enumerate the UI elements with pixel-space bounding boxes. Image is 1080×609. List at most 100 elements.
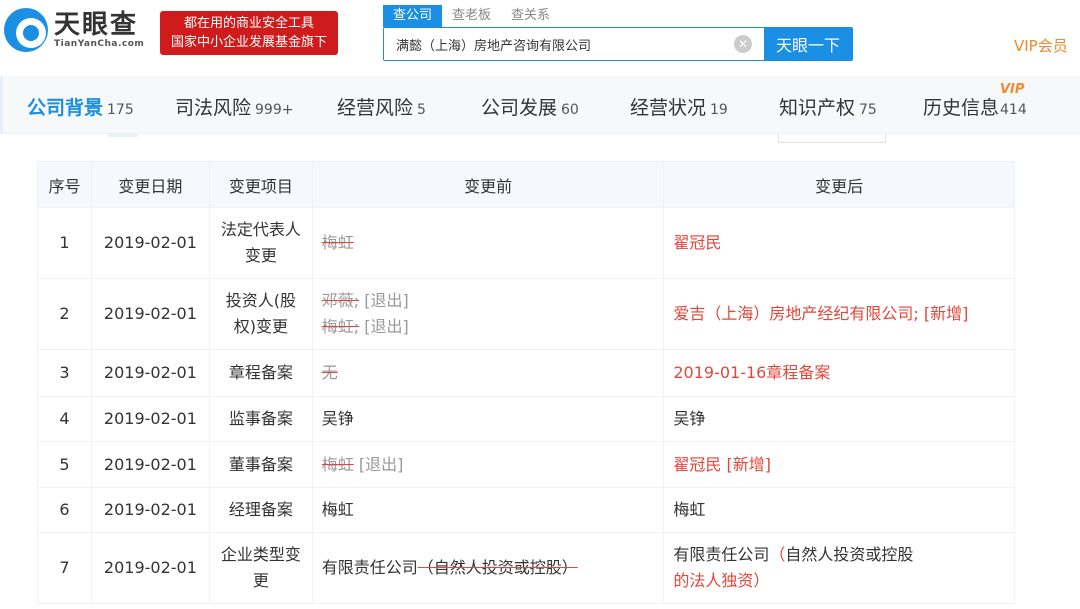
top-header: 天眼查 TianYanCha.com 都在用的商业安全工具 国家中小企业发展基金… (0, 0, 1080, 75)
nav-history-info[interactable]: 历史信息414 (923, 93, 1027, 120)
change-date: 2019-02-01 (90, 349, 210, 397)
row-number: 1 (37, 207, 92, 279)
value-before: 吴铮 (311, 396, 665, 442)
added-text: 翟冠民 [新增] (673, 454, 771, 474)
change-date: 2019-02-01 (90, 207, 210, 279)
change-date: 2019-02-01 (90, 532, 210, 604)
search-box: ✕ 天眼一下 (383, 27, 853, 61)
nav-label: 知识产权 (779, 97, 856, 119)
slogan-line-2: 国家中小企业发展基金旗下 (170, 35, 327, 50)
nav-count: 19 (710, 102, 728, 118)
removed-text: 无 (321, 363, 338, 382)
change-date: 2019-02-01 (90, 396, 210, 442)
nav-label: 司法风险 (175, 97, 252, 119)
change-item: 董事备案 (208, 441, 313, 488)
value-line: 爱吉（上海）房地产经纪有限公司; [新增] (673, 301, 1008, 327)
value-line: 梅虹 (322, 230, 658, 256)
value-line: 吴铮 (322, 406, 658, 432)
removed-text: （自然人投资或控股） (417, 558, 578, 577)
removed-text: 梅虹; (321, 317, 360, 336)
row-number: 5 (37, 441, 92, 488)
value-line: 吴铮 (673, 406, 1008, 432)
value-before: 有限责任公司（自然人投资或控股） (311, 532, 665, 604)
change-item: 监事备案 (208, 396, 313, 442)
value-after: 梅虹 (663, 487, 1015, 533)
header-date: 变更日期 (90, 161, 210, 208)
value-text: 吴铮 (673, 409, 706, 428)
value-before: 无 (311, 349, 665, 397)
tab-boss[interactable]: 查老板 (442, 5, 501, 27)
row-number: 7 (37, 532, 92, 604)
nav-intellectual-property[interactable]: 知识产权 75 (779, 93, 877, 120)
table-row: 5 2019-02-01 董事备案 梅虹 [退出] 翟冠民 [新增] (37, 441, 1015, 488)
nav-label: 经营状况 (630, 97, 707, 119)
nav-count: 414 (1000, 102, 1027, 118)
value-after: 翟冠民 [新增] (663, 441, 1015, 488)
search-input[interactable] (384, 28, 764, 60)
nav-count: 175 (107, 102, 134, 118)
nav-business-status[interactable]: 经营状况 19 (630, 93, 728, 120)
added-text: 的法人独资） (673, 571, 770, 590)
removed-text: 梅虹 (321, 454, 354, 474)
table-row: 6 2019-02-01 经理备案 梅虹 梅虹 (37, 487, 1015, 533)
nav-company-development[interactable]: 公司发展 60 (481, 93, 579, 120)
table-row: 2 2019-02-01 投资人(股权)变更 邓薇; [退出] 梅虹; [退出] 爱吉（上… (37, 278, 1015, 350)
change-item: 经理备案 (208, 487, 313, 533)
nav-label: 历史信息 (923, 97, 1000, 119)
value-line: 梅虹 (322, 497, 658, 523)
value-line: 有限责任公司（自然人投资或控股的法人独资） (673, 542, 1008, 594)
value-line: 梅虹; [退出] (322, 314, 658, 340)
added-text: 2019-01-16章程备案 (673, 363, 831, 382)
nav-label: 经营风险 (337, 97, 414, 119)
nav-judicial-risk[interactable]: 司法风险 999+ (175, 93, 293, 120)
header-after: 变更后 (663, 161, 1015, 208)
added-text: （ (769, 545, 786, 564)
table-row: 1 2019-02-01 法定代表人变更 梅虹 翟冠民 (37, 207, 1015, 279)
tab-relation[interactable]: 查关系 (501, 5, 560, 27)
change-record-table: 序号 变更日期 变更项目 变更前 变更后 1 2019-02-01 法定代表人变更梅… (37, 161, 1015, 604)
table-row: 7 2019-02-01 企业类型变更 有限责任公司（自然人投资或控股） 有限责任公司（… (37, 532, 1015, 604)
table-row: 3 2019-02-01 章程备案无 2019-01-16章程备案 (37, 349, 1015, 397)
value-after: 吴铮 (663, 396, 1015, 442)
nav-company-background[interactable]: 公司背景 175 (27, 93, 134, 120)
value-text: 有限责任公司 (673, 545, 770, 564)
nav-business-risk[interactable]: 经营风险 5 (337, 93, 426, 120)
change-date: 2019-02-01 (90, 487, 210, 533)
value-text: 梅虹 (673, 500, 706, 519)
value-before: 梅虹 [退出] (311, 441, 665, 488)
added-text: 翟冠民 (673, 233, 722, 252)
value-after: 有限责任公司（自然人投资或控股的法人独资） (663, 532, 1015, 604)
vip-member-link[interactable]: VIP会员 (1014, 35, 1068, 56)
tab-company[interactable]: 查公司 (383, 5, 443, 27)
dropdown-edge (778, 134, 886, 143)
logo-domain: TianYanCha.com (54, 39, 145, 49)
value-after: 爱吉（上海）房地产经纪有限公司; [新增] (663, 278, 1015, 350)
search-button[interactable]: 天眼一下 (764, 28, 852, 60)
table-row: 4 2019-02-01 监事备案 吴铮 吴铮 (37, 396, 1015, 442)
vip-badge: VIP (1000, 82, 1025, 97)
logo-icon (4, 8, 48, 52)
value-line: 邓薇; [退出] (322, 288, 658, 314)
value-after: 翟冠民 (663, 207, 1015, 279)
slogan-banner: 都在用的商业安全工具 国家中小企业发展基金旗下 (160, 11, 338, 55)
value-line: 梅虹 (673, 497, 1008, 523)
logo[interactable]: 天眼查 TianYanCha.com (4, 8, 144, 52)
divider (108, 134, 138, 137)
change-item: 投资人(股权)变更 (208, 278, 313, 350)
row-number: 2 (37, 278, 92, 350)
clear-icon[interactable]: ✕ (734, 35, 752, 53)
change-date: 2019-02-01 (90, 441, 210, 488)
row-number: 4 (37, 396, 92, 442)
value-line: 无 (322, 360, 658, 386)
value-line: 有限责任公司（自然人投资或控股） (322, 555, 658, 581)
logo-text: 天眼查 (54, 10, 139, 40)
nav-label: 公司背景 (27, 97, 104, 119)
removed-text: 邓薇; (321, 291, 360, 310)
nav-count: 5 (417, 102, 426, 118)
value-text: 有限责任公司 (321, 558, 418, 577)
value-text: 梅虹 (321, 500, 354, 519)
header-no: 序号 (37, 161, 92, 208)
header-item: 变更项目 (208, 161, 313, 208)
row-number: 6 (37, 487, 92, 533)
nav-count: 75 (859, 102, 877, 118)
